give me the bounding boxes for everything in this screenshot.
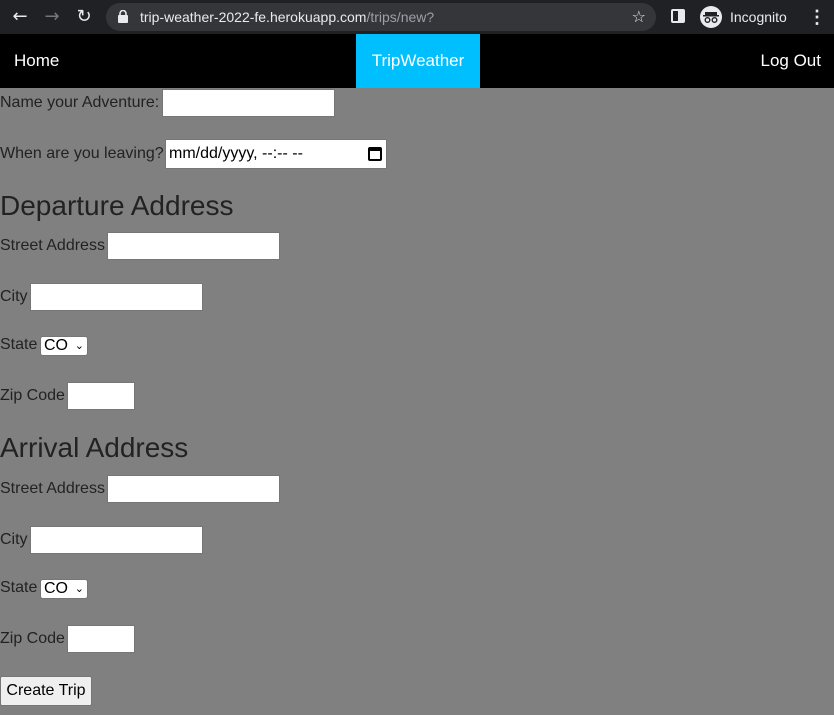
name-input[interactable] — [162, 89, 335, 117]
url-text: trip-weather-2022-fe.herokuapp.com/trips… — [140, 3, 434, 31]
leaving-datetime-input[interactable]: mm/dd/yyyy, --:-- -- — [165, 139, 387, 169]
logout-link[interactable]: Log Out — [761, 34, 822, 88]
address-bar[interactable]: trip-weather-2022-fe.herokuapp.com/trips… — [106, 3, 656, 31]
url-host: trip-weather-2022-fe.herokuapp.com — [140, 9, 367, 25]
arrival-zip-label: Zip Code — [0, 630, 65, 647]
lock-icon — [118, 10, 128, 23]
arrival-street-input[interactable] — [107, 475, 280, 503]
departure-zip-label: Zip Code — [0, 387, 65, 404]
departure-street-input[interactable] — [107, 232, 280, 260]
chevron-down-icon: ⌄ — [74, 582, 84, 595]
menu-icon[interactable]: ⋮ — [808, 0, 826, 34]
arrival-state-value: CO — [44, 580, 68, 597]
side-panel-icon[interactable] — [671, 9, 685, 23]
arrival-zip-input[interactable] — [67, 625, 135, 653]
chevron-down-icon: ⌄ — [74, 339, 84, 352]
leaving-datetime-value: mm/dd/yyyy, --:-- -- — [169, 145, 303, 162]
incognito-label[interactable]: Incognito — [730, 0, 787, 34]
departure-city-input[interactable] — [30, 283, 203, 311]
back-icon[interactable]: ← — [8, 5, 32, 29]
departure-heading: Departure Address — [0, 190, 234, 221]
calendar-icon[interactable] — [368, 147, 382, 161]
arrival-street-label: Street Address — [0, 480, 105, 497]
reload-icon[interactable]: ↻ — [72, 5, 96, 29]
home-link[interactable]: Home — [14, 34, 59, 88]
arrival-state-label: State — [0, 579, 38, 596]
url-path: /trips/new? — [366, 9, 435, 25]
name-label: Name your Adventure: — [0, 94, 160, 111]
arrival-city-label: City — [0, 531, 28, 548]
browser-toolbar: ← → ↻ trip-weather-2022-fe.herokuapp.com… — [0, 0, 834, 34]
bookmark-star-icon[interactable]: ☆ — [632, 3, 646, 31]
app-navbar: Home TripWeather Log Out — [0, 34, 834, 88]
departure-state-value: CO — [44, 337, 68, 354]
departure-state-label: State — [0, 336, 38, 353]
arrival-heading: Arrival Address — [0, 432, 189, 463]
departure-state-select[interactable]: CO ⌄ — [40, 336, 88, 356]
departure-street-label: Street Address — [0, 237, 105, 254]
departure-zip-input[interactable] — [67, 382, 135, 410]
create-trip-button[interactable]: Create Trip — [0, 676, 92, 706]
brand-link[interactable]: TripWeather — [356, 34, 480, 88]
forward-icon[interactable]: → — [40, 5, 64, 29]
leaving-label: When are you leaving? — [0, 145, 164, 162]
arrival-city-input[interactable] — [30, 526, 203, 554]
arrival-state-select[interactable]: CO ⌄ — [40, 579, 88, 599]
departure-city-label: City — [0, 288, 28, 305]
incognito-icon[interactable] — [700, 6, 722, 28]
